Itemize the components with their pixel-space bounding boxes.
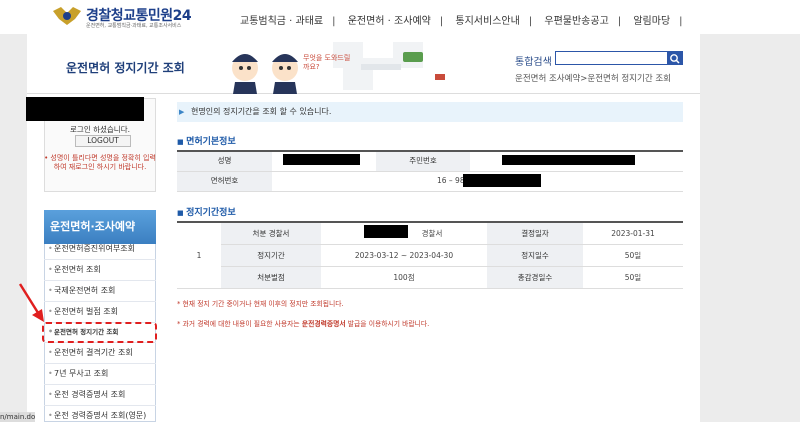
- nav-separator: |: [439, 16, 444, 27]
- license-number-label: 면허번호: [177, 172, 272, 192]
- driving-record-link[interactable]: 운전경력증명서: [302, 320, 346, 328]
- search-input[interactable]: [555, 51, 669, 65]
- nav-separator: |: [528, 16, 533, 27]
- period-value: 2023-03-12 ~ 2023-04-30: [321, 245, 487, 267]
- side-item-driving-record-en[interactable]: 운전 경력증명서 조회(영문): [44, 406, 156, 422]
- highlight-box: [42, 322, 157, 343]
- decision-date-value: 2023-01-31: [583, 223, 683, 245]
- rrn-label: 주민번호: [376, 152, 470, 172]
- top-nav: 교통범칙금 · 과태료 | 운전면허 · 조사예약 | 통지서비스안내 | 우편물반송…: [240, 12, 692, 27]
- days-label: 정지일수: [487, 245, 583, 267]
- police-emblem-icon[interactable]: [51, 5, 83, 27]
- login-status-text: 로그인 하셨습니다.: [70, 125, 130, 134]
- login-note: • 성명이 틀리다면 성명을 정확히 입력하여 재로그인 하시기 바랍니다.: [44, 154, 156, 171]
- section-title-suspension: 정지기간정보: [177, 205, 236, 218]
- station-redacted: [364, 225, 408, 238]
- note-text: 발급을 이용하시기 바랍니다.: [345, 320, 430, 328]
- note-current-only: * 현재 정지 기간 중이거나 현재 이후의 정지만 조회됩니다.: [177, 300, 344, 308]
- red-arrow-icon: [18, 283, 44, 322]
- top-nav-license[interactable]: 운전면허 · 조사예약: [348, 12, 431, 27]
- breadcrumb: 운전면허 조사예약>운전면허 정지기간 조회: [515, 74, 671, 84]
- period-label: 정지기간: [221, 245, 321, 267]
- side-item-license-verify[interactable]: 운전면허증진위여부조회: [44, 239, 156, 260]
- info-message: 현명인의 정지기간을 조회 할 수 있습니다.: [177, 102, 683, 122]
- name-label: 성명: [177, 152, 272, 172]
- top-nav-fines[interactable]: 교통범칙금 · 과태료: [240, 12, 323, 27]
- row-number: 1: [177, 223, 221, 289]
- search-button[interactable]: [667, 51, 683, 65]
- top-nav-notice-service[interactable]: 통지서비스안내: [455, 12, 519, 27]
- note-text: * 과거 경력에 대한 내용이 필요한 사용자는: [177, 320, 302, 328]
- top-nav-returned-mail[interactable]: 우편물반송공고: [544, 12, 608, 27]
- page-header: 운전면허 정지기간 조회 무엇을 도와드릴까요? 통합검색 운전면허 조사예약>…: [27, 34, 700, 94]
- rrn-redacted: [502, 155, 635, 165]
- reduced-days-value: 50일: [583, 267, 683, 289]
- nav-separator: |: [332, 16, 336, 27]
- points-value: 100점: [321, 267, 487, 289]
- points-label: 처분벌점: [221, 267, 321, 289]
- license-number-redacted: [463, 174, 541, 187]
- side-item-license-lookup[interactable]: 운전면허 조회: [44, 260, 156, 281]
- station-label: 처분 경찰서: [221, 223, 321, 245]
- section-title-basic: 면허기본정보: [177, 134, 236, 147]
- side-item-7yr-no-accident[interactable]: 7년 무사고 조회: [44, 364, 156, 385]
- user-name-redacted: [26, 97, 144, 121]
- top-bar: 경찰청교통민원24 운전면허, 교통범칙금·과태료, 교통조사서비스 교통범칙금…: [0, 0, 800, 34]
- search-label: 통합검색: [515, 57, 552, 68]
- nav-separator: |: [617, 16, 622, 27]
- page: 경찰청교통민원24 운전면허, 교통범칙금·과태료, 교통조사서비스 교통범칙금…: [0, 0, 800, 422]
- side-item-driving-record[interactable]: 운전 경력증명서 조회: [44, 385, 156, 406]
- reduced-days-label: 총감경일수: [487, 267, 583, 289]
- status-bar-url: n/main.do: [0, 412, 36, 422]
- top-nav-notices[interactable]: 알림마당: [633, 12, 670, 27]
- decision-date-label: 결정일자: [487, 223, 583, 245]
- side-item-intl-license[interactable]: 국제운전면허 조회: [44, 281, 156, 302]
- note-driving-record: * 과거 경력에 대한 내용이 필요한 사용자는 운전경력증명서 발급을 이용하…: [177, 318, 429, 328]
- nav-separator: |: [679, 16, 683, 27]
- days-value: 50일: [583, 245, 683, 267]
- name-redacted: [283, 154, 360, 165]
- suspension-table: 1 처분 경찰서 경찰서 결정일자 2023-01-31 정지기간 2023-0…: [177, 221, 683, 289]
- mascot-speech-bubble: 무엇을 도와드릴까요?: [303, 54, 351, 71]
- search-icon: [670, 54, 680, 64]
- logout-button[interactable]: LOGOUT: [75, 135, 131, 147]
- site-logo-subtitle: 운전면허, 교통범칙금·과태료, 교통조사서비스: [86, 23, 182, 29]
- side-item-disqualification-period[interactable]: 운전면허 결격기간 조회: [44, 343, 156, 364]
- side-item-penalty-points[interactable]: 운전면허 벌점 조회: [44, 302, 156, 323]
- page-title: 운전면허 정지기간 조회: [66, 61, 185, 75]
